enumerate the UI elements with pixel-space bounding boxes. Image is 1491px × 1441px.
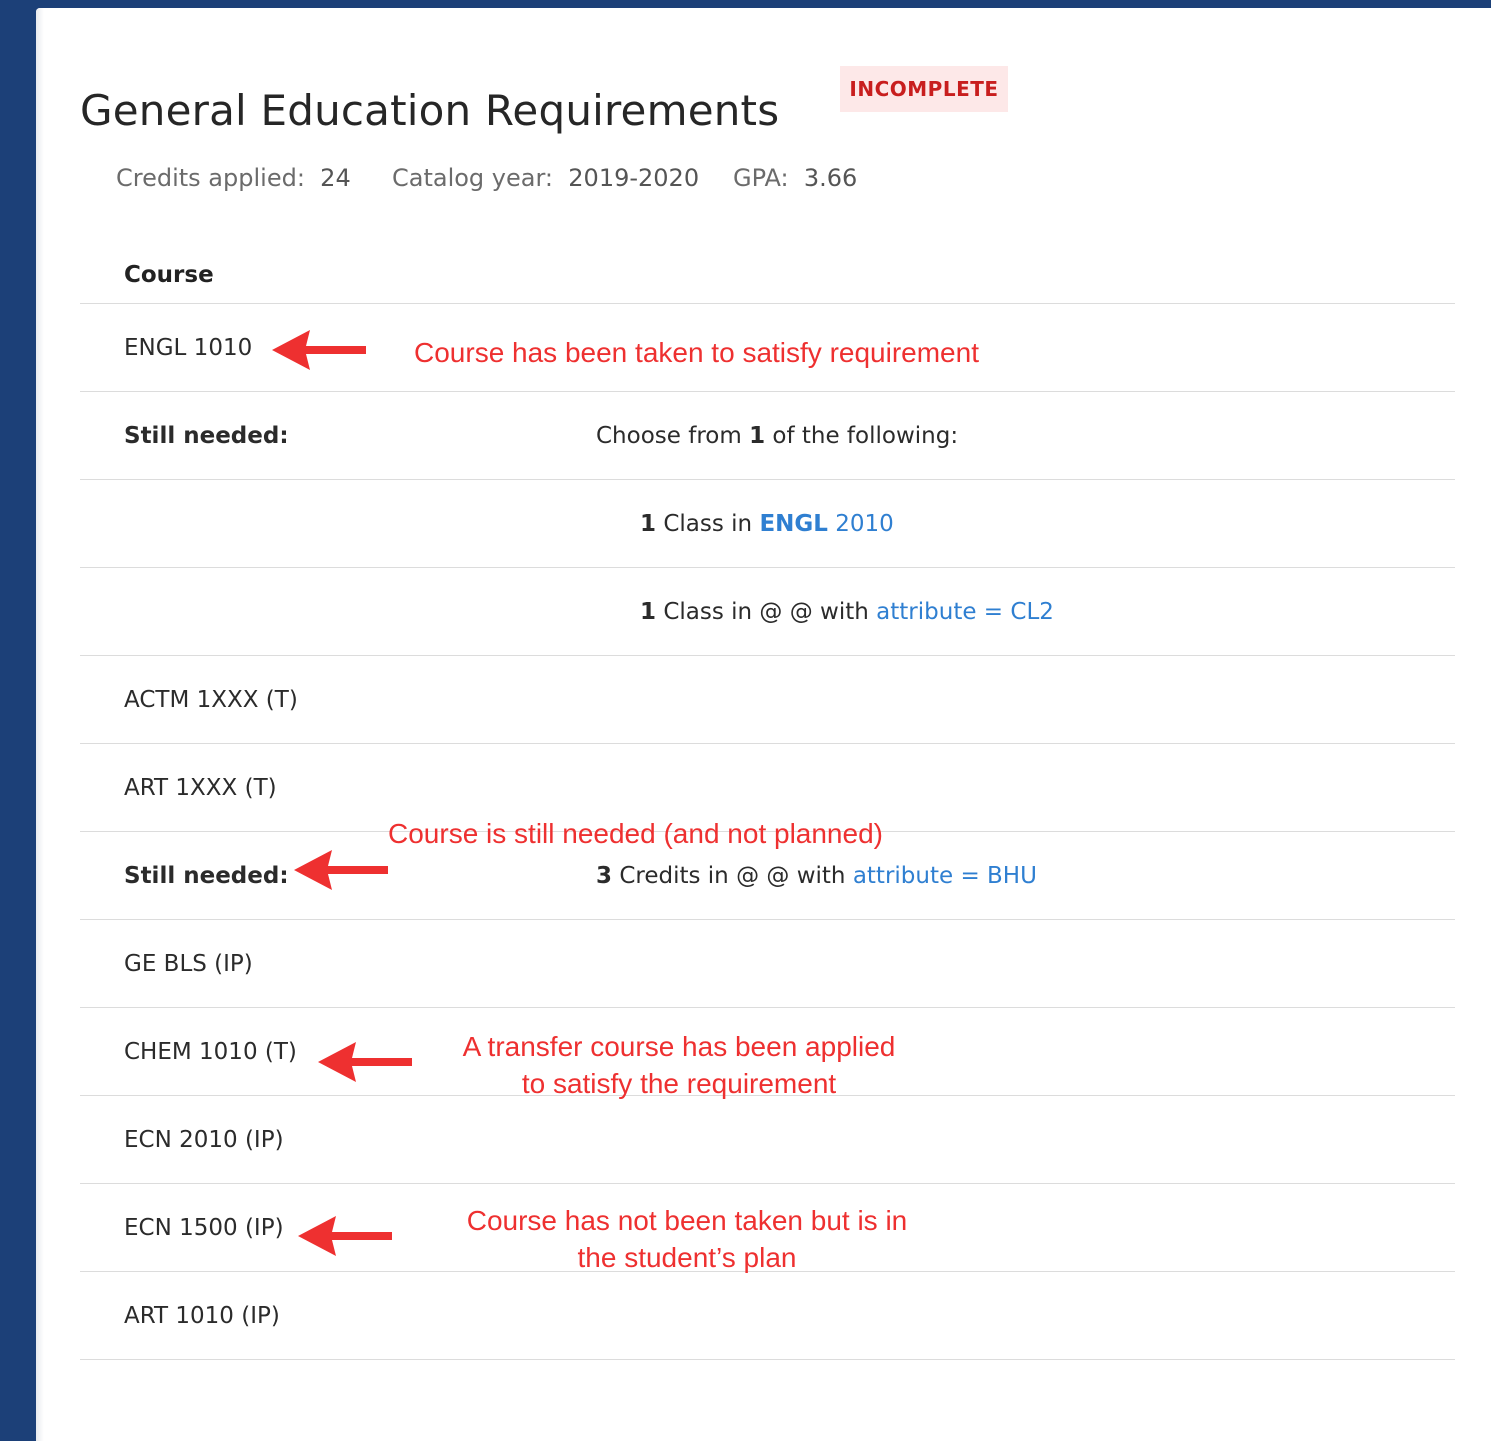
- table-row[interactable]: ACTM 1XXX (T): [80, 656, 1455, 744]
- arrow-left-icon: [294, 850, 388, 890]
- option-count: 1: [640, 598, 657, 625]
- choose-count: 1: [749, 422, 766, 449]
- option-text: Class in: [663, 510, 753, 537]
- course-ecn-1500[interactable]: ECN 1500 (IP): [124, 1184, 284, 1271]
- arrow-left-icon: [298, 1216, 392, 1256]
- table-row[interactable]: ART 1010 (IP): [80, 1272, 1455, 1360]
- course-number-link[interactable]: 2010: [835, 511, 894, 537]
- annotation-transfer-line2: to satisfy the requirement: [521, 1068, 837, 1099]
- page-title: General Education Requirements: [80, 86, 780, 136]
- annotation-taken: Course has been taken to satisfy require…: [414, 337, 979, 368]
- course-column-header: Course: [124, 262, 214, 288]
- annotation-planned-line2: the student’s plan: [577, 1242, 797, 1273]
- annotation-still-needed: Course is still needed (and not planned): [388, 818, 883, 849]
- option-text: Class in @ @ with: [663, 598, 869, 625]
- table-row: Still needed: Choose from 1 of the follo…: [80, 392, 1455, 480]
- arrow-left-icon: [318, 1042, 412, 1082]
- gpa-label: GPA:: [733, 164, 789, 192]
- credits-applied: Credits applied: 24: [116, 164, 351, 192]
- course-chem-1010[interactable]: CHEM 1010 (T): [124, 1008, 297, 1095]
- choose-prefix: Choose from: [596, 422, 742, 449]
- course-art-1xxx[interactable]: ART 1XXX (T): [124, 744, 277, 831]
- course-engl-1010[interactable]: ENGL 1010: [124, 304, 252, 391]
- course-actm-1xxx[interactable]: ACTM 1XXX (T): [124, 656, 298, 743]
- course-art-1010[interactable]: ART 1010 (IP): [124, 1272, 280, 1359]
- gpa: GPA: 3.66: [733, 164, 857, 192]
- credit-count: 3: [596, 862, 613, 889]
- table-row[interactable]: ECN 2010 (IP): [80, 1096, 1455, 1184]
- choose-from-text: Choose from 1 of the following:: [596, 392, 958, 479]
- attribute-link[interactable]: attribute = BHU: [853, 863, 1037, 889]
- option-attribute-cl2: 1 Class in @ @ with attribute = CL2: [640, 568, 1054, 655]
- table-row: 1 Class in ENGL 2010: [80, 480, 1455, 568]
- subject-link[interactable]: ENGL: [759, 511, 828, 537]
- attribute-link[interactable]: attribute = CL2: [876, 599, 1054, 625]
- annotation-transfer-line1: A transfer course has been applied: [462, 1031, 896, 1062]
- still-needed-label: Still needed:: [124, 862, 289, 889]
- credits-label: Credits applied:: [116, 164, 305, 192]
- option-engl-2010: 1 Class in ENGL 2010: [640, 480, 894, 567]
- catalog-label: Catalog year:: [392, 164, 554, 192]
- annotation-transfer: A transfer course has been applied to sa…: [446, 1028, 912, 1102]
- annotation-planned: Course has not been taken but is in the …: [448, 1202, 926, 1276]
- catalog-value: 2019-2020: [568, 164, 700, 192]
- table-row[interactable]: GE BLS (IP): [80, 920, 1455, 1008]
- table-row: 1 Class in @ @ with attribute = CL2: [80, 568, 1455, 656]
- card-shadow-edge: [36, 8, 44, 1441]
- choose-suffix: of the following:: [772, 422, 959, 449]
- status-badge: INCOMPLETE: [840, 66, 1008, 112]
- annotation-planned-line1: Course has not been taken but is in: [466, 1205, 908, 1236]
- option-count: 1: [640, 510, 657, 537]
- credits-value: 24: [320, 164, 351, 192]
- course-ecn-2010[interactable]: ECN 2010 (IP): [124, 1096, 284, 1183]
- credit-text: Credits in @ @ with: [619, 862, 846, 889]
- still-needed-label: Still needed:: [124, 422, 289, 449]
- table-header-row: Course: [80, 248, 1455, 304]
- course-ge-bls[interactable]: GE BLS (IP): [124, 920, 253, 1007]
- arrow-left-icon: [272, 330, 366, 370]
- catalog-year: Catalog year: 2019-2020: [392, 164, 699, 192]
- requirements-table: Course ENGL 1010 Still needed: Choose fr…: [80, 248, 1455, 1360]
- gpa-value: 3.66: [803, 164, 858, 192]
